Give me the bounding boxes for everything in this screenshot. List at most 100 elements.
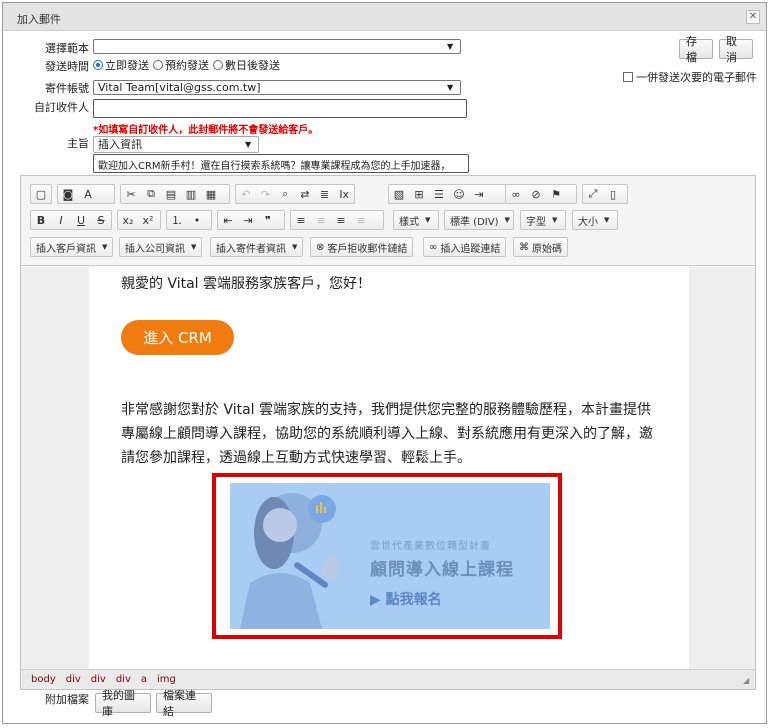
chevron-down-icon: ▼ [447, 83, 454, 92]
bullet-list-icon[interactable]: • [187, 211, 207, 229]
link-icon: ∞ [429, 241, 438, 253]
replace-icon[interactable]: ⇄ [295, 185, 315, 203]
copy-icon[interactable]: ⧉ [141, 185, 161, 203]
crumb-div[interactable]: div [91, 674, 106, 685]
show-blocks-icon[interactable]: ▯ [603, 185, 623, 203]
indent-icon[interactable]: ⇥ [238, 211, 258, 229]
insert-group: ▧ ⊞ ☰ ☺ ⇥ [388, 184, 506, 204]
account-select[interactable]: Vital Team[vital@gss.com.tw] ▼ [93, 80, 461, 95]
chevron-down-icon: ▼ [191, 243, 197, 251]
anchor-icon[interactable]: ⚑ [546, 185, 566, 203]
style-dropdown[interactable]: 樣式 ▼ [393, 210, 439, 230]
color-group: ◙ A [57, 184, 115, 204]
add-mail-dialog: 加入郵件 ✕ 選擇範本 ▼ 發送時間 立即發送 預約發送 數日後發送 寄件帳號 … [2, 2, 767, 724]
chevron-down-icon: ▼ [102, 243, 108, 251]
cut-icon[interactable]: ✂ [121, 185, 141, 203]
image-icon[interactable]: ▧ [389, 185, 409, 203]
underline-icon[interactable]: U [71, 211, 91, 229]
preview-icon[interactable]: ▢ [31, 185, 51, 203]
maximize-icon[interactable]: ⤢ [583, 185, 603, 203]
bold-icon[interactable]: B [31, 211, 51, 229]
my-gallery-button[interactable]: 我的圖庫 [95, 689, 151, 718]
chevron-down-icon: ▼ [425, 216, 431, 224]
reject-mail-icon: ⊗ [316, 241, 325, 253]
align-center-icon[interactable]: ≡ [311, 211, 331, 229]
select-all-icon[interactable]: ≣ [315, 185, 335, 203]
paste-word-icon[interactable]: ▦ [201, 185, 221, 203]
enter-crm-button[interactable]: 進入 CRM [121, 320, 234, 355]
link-icon[interactable]: ∞ [506, 185, 526, 203]
bg-color-icon[interactable]: ◙ [58, 185, 78, 203]
strike-icon[interactable]: S [91, 211, 111, 229]
cancel-button[interactable]: 取消 [719, 35, 753, 64]
custom-recipient-input[interactable] [93, 99, 467, 118]
crumb-a[interactable]: a [141, 674, 147, 685]
find-icon[interactable]: ⌕ [275, 185, 295, 203]
insert-info-select[interactable]: 插入資訊 ▼ [93, 136, 259, 153]
subscript-icon[interactable]: x₂ [118, 211, 138, 229]
align-left-icon[interactable]: ≡ [291, 211, 311, 229]
save-button[interactable]: 存檔 [679, 35, 713, 64]
subject-label: 主旨 [67, 137, 89, 150]
align-justify-icon[interactable]: ≡ [351, 211, 371, 229]
undo-icon[interactable]: ↶ [236, 185, 256, 203]
crumb-div[interactable]: div [66, 674, 81, 685]
source-button[interactable]: ⌘ 原始碼 [513, 237, 568, 257]
clear-format-icon[interactable]: Ix [334, 185, 354, 203]
send-secondary-checkbox[interactable] [623, 72, 633, 82]
banner-title: 顧問導入線上課程 [370, 560, 514, 580]
resize-handle-icon[interactable]: ◢ [743, 677, 751, 685]
outdent-icon[interactable]: ⇤ [218, 211, 238, 229]
insert-customer-dropdown[interactable]: 插入客戶資訊 ▼ [30, 237, 114, 257]
format-dropdown[interactable]: 標準 (DIV) ▼ [444, 210, 514, 230]
text-color-icon[interactable]: A [78, 185, 98, 203]
editor-content-area[interactable]: 親愛的 Vital 雲端服務家族客戶，您好！ 進入 CRM 非常感謝您對於 Vi… [21, 267, 755, 671]
element-path-bar: body div div div a img ◢ [21, 669, 755, 689]
insert-company-dropdown[interactable]: 插入公司資訊 ▼ [119, 237, 203, 257]
link-group: ∞ ⊘ ⚑ [505, 184, 577, 204]
unlink-icon[interactable]: ⊘ [526, 185, 546, 203]
hr-icon[interactable]: ☰ [429, 185, 449, 203]
paste-text-icon[interactable]: ▥ [181, 185, 201, 203]
size-dropdown[interactable]: 大小 ▼ [572, 210, 618, 230]
crumb-body[interactable]: body [31, 674, 56, 685]
table-icon[interactable]: ⊞ [409, 185, 429, 203]
rich-text-editor: ▢ ◙ A ✂ ⧉ ▤ ▥ ▦ ↶ ↷ ⌕ ⇄ ≣ Ix ▧ ⊞ ☰ ☺ ⇥ ∞… [20, 175, 756, 690]
tracking-link-button[interactable]: ∞ 插入追蹤連結 [423, 237, 507, 257]
superscript-icon[interactable]: x² [138, 211, 158, 229]
recipient-warning: *如填寫自訂收件人，此封郵件將不會發送給客戶。 [93, 125, 319, 136]
attachments-label: 附加檔案 [45, 693, 89, 706]
days-later-radio[interactable]: 數日後發送 [213, 57, 280, 73]
greeting-text: 親愛的 Vital 雲端服務家族客戶，您好！ [121, 276, 372, 292]
list-group: ⒈ • [166, 210, 212, 230]
file-link-button[interactable]: 檔案連結 [156, 689, 212, 718]
insert-sender-dropdown[interactable]: 插入寄件者資訊 ▼ [210, 237, 304, 257]
page-break-icon[interactable]: ⇥ [469, 185, 489, 203]
template-select[interactable]: ▼ [93, 39, 461, 54]
close-icon[interactable]: ✕ [746, 10, 760, 24]
font-dropdown[interactable]: 字型 ▼ [520, 210, 566, 230]
paste-icon[interactable]: ▤ [161, 185, 181, 203]
emoji-icon[interactable]: ☺ [449, 185, 469, 203]
send-now-radio[interactable]: 立即發送 [93, 57, 149, 73]
send-time-label: 發送時間 [45, 60, 89, 73]
align-right-icon[interactable]: ≡ [331, 211, 351, 229]
schedule-send-radio[interactable]: 預約發送 [153, 57, 209, 73]
email-body[interactable]: 親愛的 Vital 雲端服務家族客戶，您好！ 進入 CRM 非常感謝您對於 Vi… [89, 267, 689, 671]
blockquote-icon[interactable]: ❞ [258, 211, 278, 229]
chevron-down-icon: ▼ [292, 243, 298, 251]
redo-icon[interactable]: ↷ [256, 185, 276, 203]
crumb-div[interactable]: div [116, 674, 131, 685]
reject-link-button[interactable]: ⊗ 客戶拒收郵件鏈結 [310, 237, 414, 257]
crumb-img[interactable]: img [157, 674, 176, 685]
subject-input[interactable]: 歡迎加入CRM新手村！還在自行摸索系統嗎？讓專業課程成為您的上手加速器， [93, 154, 469, 173]
italic-icon[interactable]: I [51, 211, 71, 229]
ordered-list-icon[interactable]: ⒈ [167, 211, 187, 229]
send-secondary-option[interactable]: 一併發送次要的電子郵件 [623, 69, 757, 85]
account-label: 寄件帳號 [45, 82, 89, 95]
course-banner-image[interactable]: 雲世代產業數位轉型計畫 顧問導入線上課程 ▶ 點我報名 [230, 483, 550, 629]
edit-group: ↶ ↷ ⌕ ⇄ ≣ Ix [235, 184, 355, 204]
chevron-down-icon: ▼ [604, 216, 610, 224]
chevron-down-icon: ▼ [552, 216, 558, 224]
dialog-title: 加入郵件 [17, 13, 61, 26]
